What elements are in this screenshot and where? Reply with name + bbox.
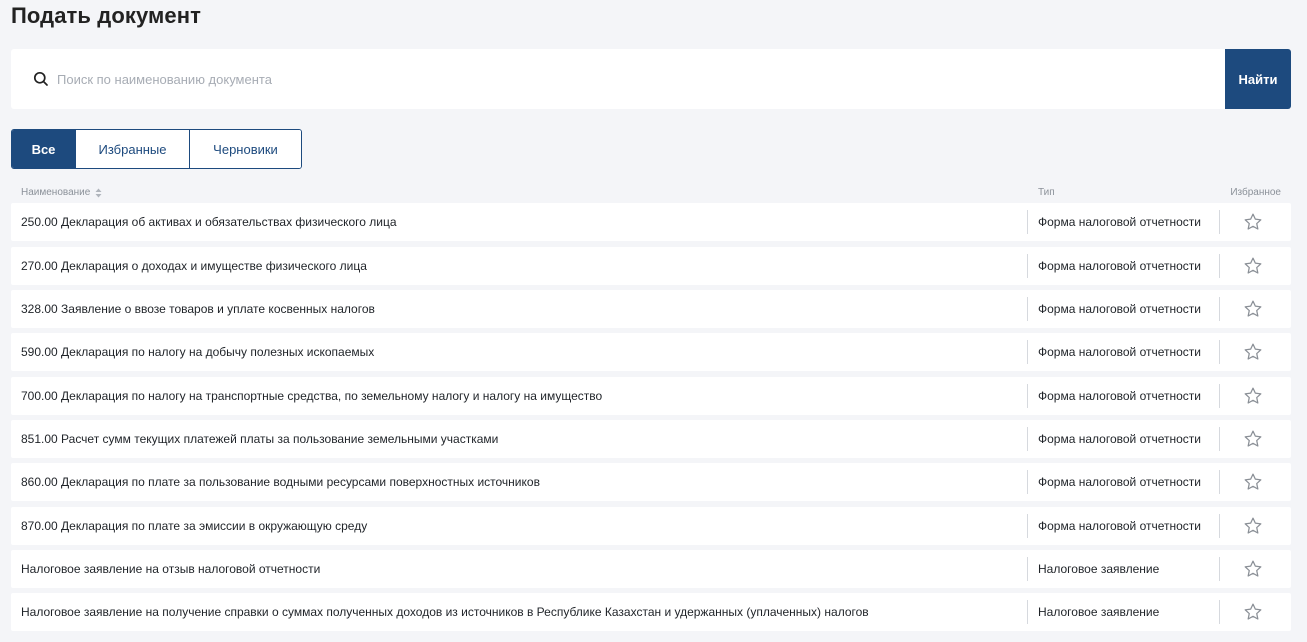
column-divider xyxy=(1219,470,1220,494)
row-document-name[interactable]: 851.00 Расчет сумм текущих платежей плат… xyxy=(21,420,498,458)
star-icon[interactable] xyxy=(1243,516,1263,536)
row-document-type: Налоговое заявление xyxy=(1038,562,1160,576)
row-document-type: Форма налоговой отчетности xyxy=(1038,389,1202,403)
table-row[interactable]: 590.00 Декларация по налогу на добычу по… xyxy=(11,333,1291,371)
row-document-name[interactable]: 328.00 Заявление о ввозе товаров и уплат… xyxy=(21,290,375,328)
row-document-type: Форма налоговой отчетности xyxy=(1038,302,1202,316)
column-divider xyxy=(1027,254,1028,278)
star-icon[interactable] xyxy=(1243,472,1263,492)
column-divider xyxy=(1027,557,1028,581)
star-icon[interactable] xyxy=(1243,342,1263,362)
row-document-name[interactable]: 860.00 Декларация по плате за пользовани… xyxy=(21,463,540,501)
star-icon[interactable] xyxy=(1243,429,1263,449)
column-header-name[interactable]: Наименование xyxy=(21,187,102,198)
column-divider xyxy=(1027,427,1028,451)
column-header-type: Тип xyxy=(1038,187,1055,198)
row-document-name[interactable]: 700.00 Декларация по налогу на транспорт… xyxy=(21,377,602,415)
star-icon[interactable] xyxy=(1243,299,1263,319)
row-document-type: Форма налоговой отчетности xyxy=(1038,345,1202,359)
column-divider xyxy=(1219,254,1220,278)
star-icon[interactable] xyxy=(1243,386,1263,406)
star-icon[interactable] xyxy=(1243,256,1263,276)
column-divider xyxy=(1219,557,1220,581)
tabs: Все Избранные Черновики xyxy=(11,129,302,169)
column-divider xyxy=(1219,514,1220,538)
column-divider xyxy=(1027,297,1028,321)
row-document-name[interactable]: 870.00 Декларация по плате за эмиссии в … xyxy=(21,507,367,545)
table-header: Наименование Тип Избранное xyxy=(11,184,1291,200)
row-document-type: Налоговое заявление xyxy=(1038,605,1160,619)
column-divider xyxy=(1219,384,1220,408)
column-divider xyxy=(1027,210,1028,234)
row-document-type: Форма налоговой отчетности xyxy=(1038,519,1202,533)
column-divider xyxy=(1219,340,1220,364)
search-input[interactable] xyxy=(57,49,1225,109)
table-row[interactable]: 250.00 Декларация об активах и обязатель… xyxy=(11,203,1291,241)
table-row[interactable]: 700.00 Декларация по налогу на транспорт… xyxy=(11,377,1291,415)
star-icon[interactable] xyxy=(1243,212,1263,232)
row-document-name[interactable]: Налоговое заявление на отзыв налоговой о… xyxy=(21,550,320,588)
page-title: Подать документ xyxy=(11,3,202,28)
table-row[interactable]: 328.00 Заявление о ввозе товаров и уплат… xyxy=(11,290,1291,328)
column-divider xyxy=(1219,427,1220,451)
tab-favorites[interactable]: Избранные xyxy=(76,130,190,168)
search-button[interactable]: Найти xyxy=(1225,49,1291,109)
table-row[interactable]: 270.00 Декларация о доходах и имуществе … xyxy=(11,247,1291,285)
table-row[interactable]: 870.00 Декларация по плате за эмиссии в … xyxy=(11,507,1291,545)
row-document-type: Форма налоговой отчетности xyxy=(1038,432,1202,446)
tab-drafts[interactable]: Черновики xyxy=(190,130,301,168)
column-divider xyxy=(1219,297,1220,321)
row-document-name[interactable]: 590.00 Декларация по налогу на добычу по… xyxy=(21,333,374,371)
row-document-name[interactable]: 250.00 Декларация об активах и обязатель… xyxy=(21,203,397,241)
row-document-type: Форма налоговой отчетности xyxy=(1038,259,1202,273)
search-icon xyxy=(11,49,57,109)
column-divider xyxy=(1027,384,1028,408)
column-divider xyxy=(1219,600,1220,624)
search-bar: Найти xyxy=(11,49,1291,109)
star-icon[interactable] xyxy=(1243,602,1263,622)
table-row[interactable]: 860.00 Декларация по плате за пользовани… xyxy=(11,463,1291,501)
tab-all[interactable]: Все xyxy=(12,130,76,168)
sort-icon[interactable] xyxy=(95,188,102,198)
column-divider xyxy=(1027,514,1028,538)
column-divider xyxy=(1219,210,1220,234)
column-divider xyxy=(1027,340,1028,364)
table-row[interactable]: Налоговое заявление на получение справки… xyxy=(11,593,1291,631)
column-header-name-label: Наименование xyxy=(21,187,91,198)
row-document-type: Форма налоговой отчетности xyxy=(1038,475,1202,489)
column-header-favorite: Избранное xyxy=(1230,187,1281,198)
column-divider xyxy=(1027,470,1028,494)
row-document-name[interactable]: Налоговое заявление на получение справки… xyxy=(21,593,869,631)
column-divider xyxy=(1027,600,1028,624)
row-document-name[interactable]: 270.00 Декларация о доходах и имуществе … xyxy=(21,247,367,285)
table-row[interactable]: 851.00 Расчет сумм текущих платежей плат… xyxy=(11,420,1291,458)
star-icon[interactable] xyxy=(1243,559,1263,579)
row-document-type: Форма налоговой отчетности xyxy=(1038,215,1202,229)
table-row[interactable]: Налоговое заявление на отзыв налоговой о… xyxy=(11,550,1291,588)
